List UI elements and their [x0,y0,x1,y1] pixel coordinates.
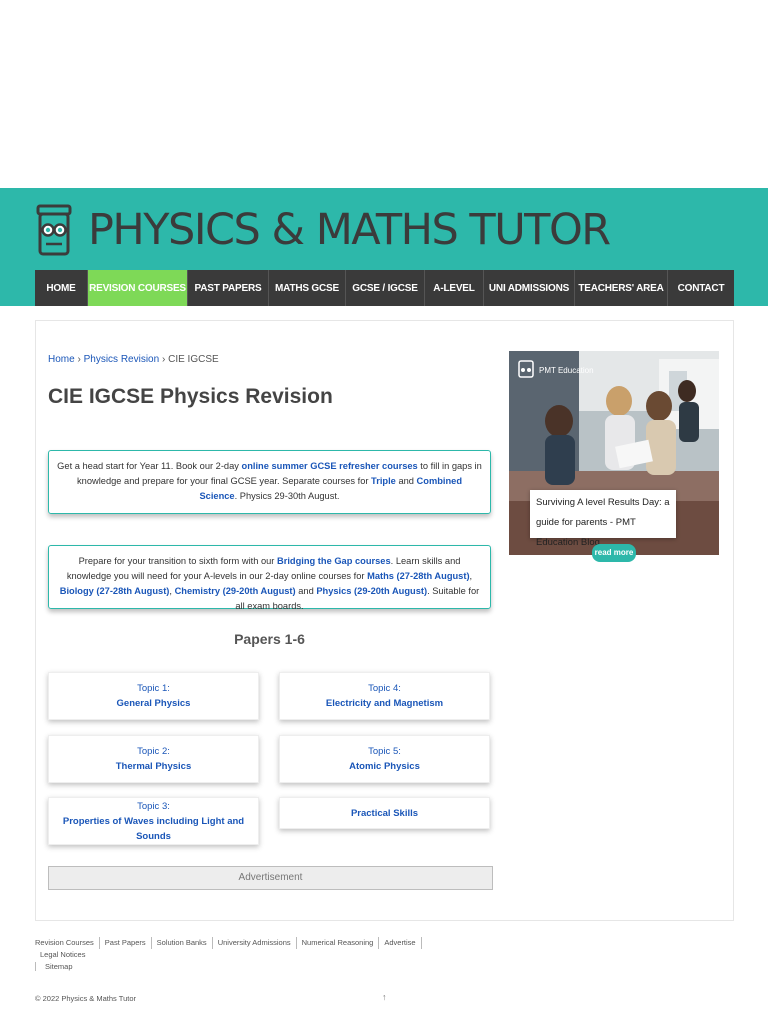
promo-box-bridging: Prepare for your transition to sixth for… [48,545,491,611]
footer-link-legal-notices[interactable]: Legal Notices [35,949,90,961]
page-title: CIE IGCSE Physics Revision [48,385,333,408]
promo-text: Get a head start for Year 11. Book our 2… [57,461,242,471]
topic-card-electricity-magnetism[interactable]: Topic 4: Electricity and Magnetism [279,672,490,720]
read-more-button[interactable]: read more [592,544,636,562]
breadcrumb: Home › Physics Revision › CIE IGCSE [48,354,219,365]
promo-link-refresher-courses[interactable]: online summer GCSE refresher courses [242,461,418,471]
footer-link-advertise[interactable]: Advertise [379,937,422,949]
promo-link-chemistry[interactable]: Chemistry (29-20th August) [175,586,296,596]
topic-number: Topic 5: [368,746,401,757]
content-card: Home › Physics Revision › CIE IGCSE CIE … [35,320,734,921]
topic-card-properties-of-waves[interactable]: Topic 3: Properties of Waves including L… [48,797,259,845]
topic-name: Thermal Physics [115,761,192,772]
footer-link-past-papers[interactable]: Past Papers [100,937,152,949]
topic-name: Atomic Physics [349,761,420,772]
topic-card-atomic-physics[interactable]: Topic 5: Atomic Physics [279,735,490,783]
nav-item-revision-courses[interactable]: REVISION COURSES [88,270,188,306]
nav-item-maths-gcse[interactable]: MATHS GCSE [269,270,346,306]
nav-item-uni-admissions[interactable]: UNI ADMISSIONS [484,270,575,306]
advertisement-bar: Advertisement [48,866,493,890]
topic-number: Topic 4: [368,683,401,694]
promo-link-maths[interactable]: Maths (27-28th August) [367,571,469,581]
site-title[interactable]: PHYSICS & MATHS TUTOR [88,202,611,258]
promo-link-physics[interactable]: Physics (29-20th August) [316,586,427,596]
nav-item-gcse-igcse[interactable]: GCSE / IGCSE [346,270,425,306]
promo-link-triple[interactable]: Triple [371,476,396,486]
nav-item-a-level[interactable]: A-LEVEL [425,270,484,306]
breadcrumb-physics-revision[interactable]: Physics Revision [84,354,160,365]
promo-text: and [395,476,417,486]
back-to-top-icon[interactable]: ↑ [382,992,387,1002]
promo-link-bridging-the-gap[interactable]: Bridging the Gap courses [277,556,391,566]
topic-number: Topic 2: [137,746,170,757]
footer-link-revision-courses[interactable]: Revision Courses [35,937,100,949]
logo[interactable]: PHYSICS & MATHS TUTOR [34,202,611,258]
breadcrumb-separator: › [161,354,166,365]
footer-link-numerical-reasoning[interactable]: Numerical Reasoning [297,937,380,949]
topic-number: Topic 1: [137,683,170,694]
topic-card-practical-skills[interactable]: Practical Skills [279,797,490,829]
topic-name: Properties of Waves including Light and … [62,815,245,842]
footer-link-solution-banks[interactable]: Solution Banks [152,937,213,949]
nav-item-home[interactable]: HOME [35,270,88,306]
papers-heading: Papers 1-6 [234,631,305,647]
topic-number: Topic 3: [137,800,170,812]
promo-text: . Physics 29-30th August. [234,491,340,501]
main-nav: HOME REVISION COURSES PAST PAPERS MATHS … [35,270,734,306]
topic-card-general-physics[interactable]: Topic 1: General Physics [48,672,259,720]
nav-item-contact[interactable]: CONTACT [668,270,734,306]
logo-icon [36,204,72,256]
promo-text: and [295,586,317,596]
site-header: PHYSICS & MATHS TUTOR HOME REVISION COUR… [0,188,768,306]
breadcrumb-home[interactable]: Home [48,354,75,365]
footer-link-university-admissions[interactable]: University Admissions [213,937,297,949]
breadcrumb-current: CIE IGCSE [168,354,219,365]
copyright: © 2022 Physics & Maths Tutor [35,994,136,1003]
image-badge-text: PMT Education [539,366,594,375]
promo-text: Prepare for your transition to sixth for… [78,556,277,566]
topic-card-thermal-physics[interactable]: Topic 2: Thermal Physics [48,735,259,783]
blog-post-title[interactable]: Surviving A level Results Day: a guide f… [530,490,676,548]
nav-item-teachers-area[interactable]: TEACHERS' AREA [575,270,668,306]
promo-text: , [469,571,473,581]
footer-link-sitemap[interactable]: Sitemap [40,961,78,973]
promo-box-refresher: Get a head start for Year 11. Book our 2… [48,450,491,514]
promo-link-biology[interactable]: Biology (27-28th August) [60,586,170,596]
topic-name: Electricity and Magnetism [325,698,444,709]
nav-item-past-papers[interactable]: PAST PAPERS [188,270,269,306]
topic-name: Practical Skills [350,807,419,819]
breadcrumb-separator: › [77,354,81,365]
topic-name: General Physics [116,698,191,709]
footer-links: Revision Courses Past Papers Solution Bank… [35,937,455,973]
